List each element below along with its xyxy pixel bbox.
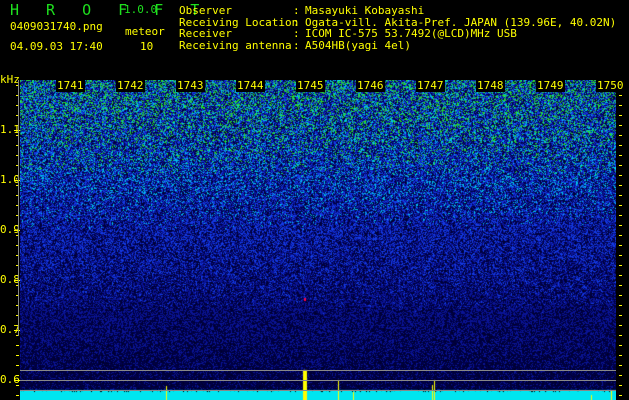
time-label: 1747 [416, 80, 445, 92]
meteor-label: meteor [125, 26, 165, 38]
y-right-tick [619, 115, 622, 116]
y-right-tick [619, 145, 622, 146]
y-minor-tick [16, 355, 19, 356]
y-right-tick [619, 255, 622, 256]
y-right-tick [619, 245, 622, 246]
time-label: 1748 [476, 80, 505, 92]
y-right-tick [619, 305, 622, 306]
y-right-tick [619, 235, 622, 236]
y-right-tick [619, 95, 622, 96]
y-right-tick [619, 335, 622, 336]
y-tick [14, 180, 20, 181]
y-right-tick [619, 345, 622, 346]
y-right-tick [619, 385, 622, 386]
time-label: 1741 [56, 80, 85, 92]
y-right-tick [619, 135, 622, 136]
info-value: A504HB(yagi 4el) [305, 40, 411, 52]
y-right-tick [619, 355, 622, 356]
y-tick [14, 280, 20, 281]
y-right-tick [619, 295, 622, 296]
app-version: 1.0.0 [124, 3, 157, 16]
y-right-tick [619, 275, 622, 276]
time-label: 1750 [596, 80, 625, 92]
guide-line [20, 380, 616, 381]
y-right-tick [619, 165, 622, 166]
time-label: 1743 [176, 80, 205, 92]
time-label: 1745 [296, 80, 325, 92]
info-colon: : [293, 40, 300, 52]
file-name: 0409031740.png [10, 21, 103, 33]
y-tick [14, 330, 20, 331]
y-right-tick [619, 365, 622, 366]
guide-line [20, 390, 616, 391]
y-minor-tick [16, 365, 19, 366]
meteor-count: 10 [140, 41, 153, 53]
y-right-tick [619, 195, 622, 196]
y-axis-line [18, 80, 19, 336]
y-right-tick [619, 185, 622, 186]
y-right-tick [619, 105, 622, 106]
y-right-tick [619, 125, 622, 126]
y-right-tick [619, 325, 622, 326]
time-label: 1749 [536, 80, 565, 92]
time-label: 1742 [116, 80, 145, 92]
guide-line [20, 370, 616, 371]
file-datetime: 04.09.03 17:40 [10, 41, 103, 53]
spectrogram [20, 80, 616, 400]
y-right-tick [619, 205, 622, 206]
y-right-tick [619, 265, 622, 266]
y-minor-tick [16, 395, 19, 396]
y-right-tick [619, 285, 622, 286]
y-minor-tick [16, 345, 19, 346]
info-label: Receiving antenna [179, 40, 292, 52]
y-minor-tick [16, 375, 19, 376]
time-label: 1744 [236, 80, 265, 92]
y-minor-tick [16, 385, 19, 386]
y-right-tick [619, 375, 622, 376]
time-label: 1746 [356, 80, 385, 92]
y-right-tick [619, 225, 622, 226]
y-right-tick [619, 395, 622, 396]
y-right-tick [619, 175, 622, 176]
y-tick [14, 130, 20, 131]
y-right-tick [619, 315, 622, 316]
y-right-tick [619, 155, 622, 156]
y-right-tick [619, 215, 622, 216]
y-tick [14, 230, 20, 231]
